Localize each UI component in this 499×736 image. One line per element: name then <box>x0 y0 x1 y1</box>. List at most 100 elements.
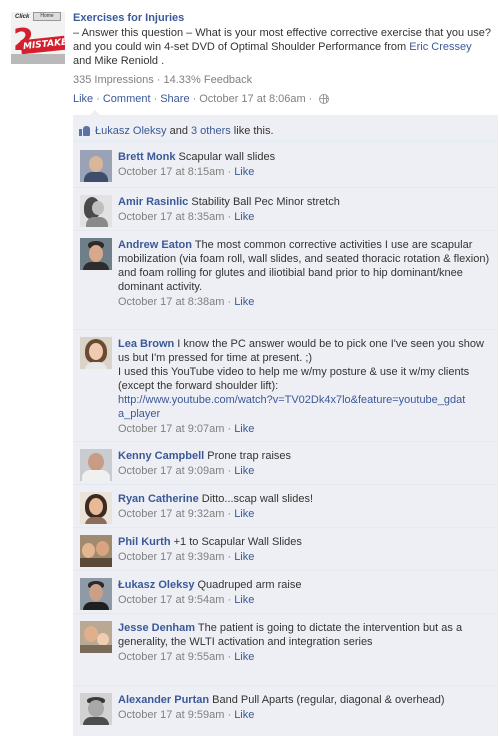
avatar[interactable] <box>80 238 112 270</box>
action-separator: · <box>308 93 313 105</box>
comment-like-link[interactable]: Like <box>234 211 254 223</box>
page-profile-picture[interactable]: Click Home 2 MISTAKES <box>11 12 65 64</box>
comment-content: Alexander Purtan Band Pull Aparts (regul… <box>118 693 490 722</box>
comment-timestamp[interactable]: October 17 at 8:35am <box>118 211 224 223</box>
avatar-body-shape <box>83 262 109 270</box>
comment-item: Ryan Catherine Ditto...scap wall slides!… <box>73 484 498 527</box>
comment-like-link[interactable]: Like <box>234 551 254 563</box>
comment-like-link[interactable]: Like <box>234 423 254 435</box>
logo-bottom-strip <box>11 54 65 64</box>
liker-name-link[interactable]: Łukasz Oleksy <box>95 124 167 138</box>
feedback-percentage: 14.33% Feedback <box>163 74 253 86</box>
comment-body: +1 to Scapular Wall Slides <box>173 536 302 548</box>
comment-meta: October 17 at 9:39am · Like <box>118 551 255 563</box>
comment-body: Prone trap raises <box>207 450 292 462</box>
comment-author-link[interactable]: Ryan Catherine <box>118 493 199 505</box>
comment-item: Kenny Campbell Prone trap raises October… <box>73 441 498 484</box>
action-separator: · <box>96 93 100 105</box>
logo-text-click: Click <box>15 14 30 20</box>
comment-timestamp[interactable]: October 17 at 9:39am <box>118 551 224 563</box>
comment-meta: October 17 at 9:55am · Like <box>118 651 255 663</box>
comment-like-link[interactable]: Like <box>234 508 254 520</box>
avatar[interactable] <box>80 578 112 610</box>
comment-content: Kenny Campbell Prone trap raises October… <box>118 449 490 478</box>
comment-like-link[interactable]: Like <box>234 651 254 663</box>
post-timestamp[interactable]: October 17 at 8:06am <box>199 92 305 106</box>
avatar-body-shape <box>82 470 110 481</box>
comment-author-link[interactable]: Alexander Purtan <box>118 694 209 706</box>
comment-post-link[interactable]: Comment <box>103 92 151 106</box>
action-separator: · <box>153 93 158 105</box>
feedback-box-nub <box>90 110 100 115</box>
avatar-face-shape <box>82 543 95 558</box>
avatar-face-shape <box>89 156 103 172</box>
comment-author-link[interactable]: Amir Rasinlic <box>118 196 188 208</box>
avatar-face-shape <box>89 584 103 601</box>
eric-cressey-link[interactable]: Eric Cressey <box>409 41 471 53</box>
globe-icon[interactable] <box>319 94 330 104</box>
avatar-face-shape <box>88 453 104 471</box>
comment-item: Łukasz Oleksy Quadruped arm raise Octobe… <box>73 570 498 613</box>
avatar[interactable] <box>80 693 112 725</box>
comment-body: Scapular wall slides <box>178 151 276 163</box>
comment-body: Quadruped arm raise <box>197 579 302 591</box>
avatar[interactable] <box>80 150 112 182</box>
comment-timestamp[interactable]: October 17 at 8:15am <box>118 166 224 178</box>
avatar[interactable] <box>80 337 112 369</box>
comment-item: Amir Rasinlic Stability Ball Pec Minor s… <box>73 187 498 230</box>
story-body: Exercises for Injuries – Answer this que… <box>73 11 493 106</box>
comment-author-link[interactable]: Jesse Denham <box>118 622 195 634</box>
comment-like-link[interactable]: Like <box>234 594 254 606</box>
thumbs-up-icon <box>79 125 90 136</box>
logo-text-home: Home <box>33 12 61 21</box>
comment-body: Band Pull Aparts (regular, diagonal & ov… <box>212 694 445 706</box>
post-text-after: . <box>158 55 165 67</box>
comment-item: Phil Kurth +1 to Scapular Wall Slides Oc… <box>73 527 498 570</box>
others-link[interactable]: 3 others <box>191 124 231 138</box>
comment-timestamp[interactable]: October 17 at 9:55am <box>118 651 224 663</box>
comment-like-link[interactable]: Like <box>234 709 254 721</box>
post-text-middle: and <box>73 55 95 67</box>
comment-meta: October 17 at 8:15am · Like <box>118 166 255 178</box>
comment-timestamp[interactable]: October 17 at 9:32am <box>118 508 224 520</box>
comment-timestamp[interactable]: October 17 at 9:59am <box>118 709 224 721</box>
comment-author-link[interactable]: Lea Brown <box>118 338 174 350</box>
avatar[interactable] <box>80 621 112 653</box>
likes-and-text: and <box>166 124 191 137</box>
comment-author-link[interactable]: Brett Monk <box>118 151 175 163</box>
comment-like-link[interactable]: Like <box>234 296 254 308</box>
likes-suffix: like this. <box>230 124 274 137</box>
comment-item: Lea Brown I know the PC answer would be … <box>73 329 498 441</box>
comment-author-link[interactable]: Kenny Campbell <box>118 450 204 462</box>
comment-body: Ditto...scap wall slides! <box>201 493 314 505</box>
avatar-body-shape <box>83 717 109 725</box>
comment-author-link[interactable]: Andrew Eaton <box>118 239 192 251</box>
post-actions: Like · Comment · Share · October 17 at 8… <box>73 92 493 106</box>
avatar[interactable] <box>80 449 112 481</box>
comment-like-link[interactable]: Like <box>234 465 254 477</box>
comment-timestamp[interactable]: October 17 at 9:09am <box>118 465 224 477</box>
comment-body: Stability Ball Pec Minor stretch <box>191 196 340 208</box>
comment-timestamp[interactable]: October 17 at 9:07am <box>118 423 224 435</box>
avatar[interactable] <box>80 492 112 524</box>
comment-item: Andrew Eaton The most common corrective … <box>73 230 498 329</box>
avatar-face-shape <box>89 245 103 262</box>
avatar-body-shape <box>85 362 107 369</box>
comment-author-link[interactable]: Łukasz Oleksy <box>118 579 194 591</box>
youtube-link[interactable]: http://www.youtube.com/watch?v=TV02Dk4x7… <box>118 394 465 420</box>
comment-item: Alexander Purtan Band Pull Aparts (regul… <box>73 685 498 736</box>
comment-timestamp[interactable]: October 17 at 9:54am <box>118 594 224 606</box>
avatar[interactable] <box>80 535 112 567</box>
post-insights: 335 Impressions · 14.33% Feedback <box>73 73 493 87</box>
comment-meta: October 17 at 9:32am · Like <box>118 508 255 520</box>
page-name-link[interactable]: Exercises for Injuries <box>73 11 493 25</box>
comment-timestamp[interactable]: October 17 at 8:38am <box>118 296 224 308</box>
comment-link-wrap: http://www.youtube.com/watch?v=TV02Dk4x7… <box>118 393 470 421</box>
comment-meta: October 17 at 9:09am · Like <box>118 465 255 477</box>
comment-like-link[interactable]: Like <box>234 166 254 178</box>
comment-content: Ryan Catherine Ditto...scap wall slides!… <box>118 492 490 521</box>
avatar[interactable] <box>80 195 112 227</box>
like-post-link[interactable]: Like <box>73 92 93 106</box>
share-post-link[interactable]: Share <box>160 92 189 106</box>
comment-author-link[interactable]: Phil Kurth <box>118 536 171 548</box>
